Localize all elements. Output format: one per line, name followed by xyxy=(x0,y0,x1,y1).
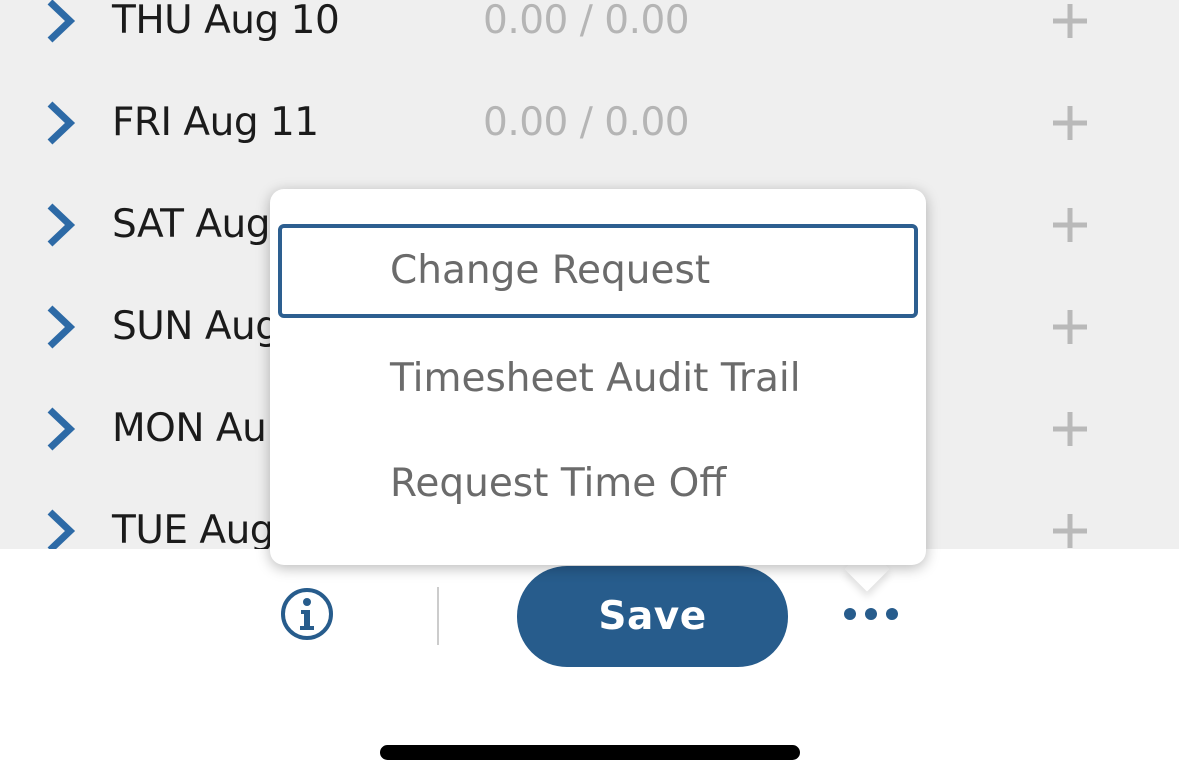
day-label: TUE Aug xyxy=(112,508,275,549)
menu-item-request-time-off[interactable]: Request Time Off xyxy=(278,437,918,531)
day-hours: 0.00 / 0.00 xyxy=(483,0,690,43)
menu-item-timesheet-audit-trail[interactable]: Timesheet Audit Trail xyxy=(278,332,918,426)
day-label: SAT Aug xyxy=(112,202,271,247)
day-label: THU Aug 10 xyxy=(112,0,340,43)
toolbar-divider xyxy=(437,587,439,645)
add-entry-icon[interactable] xyxy=(1051,206,1089,244)
chevron-right-icon[interactable] xyxy=(42,202,82,248)
more-options-button[interactable] xyxy=(838,596,904,632)
actions-popover-menu: Change Request Timesheet Audit Trail Req… xyxy=(270,189,926,565)
info-icon[interactable] xyxy=(279,586,335,642)
add-entry-icon[interactable] xyxy=(1051,512,1089,549)
more-dot xyxy=(865,608,877,620)
home-indicator xyxy=(380,745,800,760)
chevron-right-icon[interactable] xyxy=(42,508,82,549)
more-dot xyxy=(844,608,856,620)
chevron-right-icon[interactable] xyxy=(42,0,82,44)
day-label: FRI Aug 11 xyxy=(112,100,319,145)
add-entry-icon[interactable] xyxy=(1051,308,1089,346)
chevron-right-icon[interactable] xyxy=(42,100,82,146)
chevron-right-icon[interactable] xyxy=(42,304,82,350)
day-label: MON Au xyxy=(112,406,267,451)
add-entry-icon[interactable] xyxy=(1051,104,1089,142)
day-label: SUN Aug xyxy=(112,304,280,349)
day-hours: 0.00 / 0.00 xyxy=(483,100,690,145)
save-button[interactable]: Save xyxy=(517,566,788,667)
chevron-right-icon[interactable] xyxy=(42,406,82,452)
add-entry-icon[interactable] xyxy=(1051,410,1089,448)
menu-item-change-request[interactable]: Change Request xyxy=(278,224,918,318)
add-entry-icon[interactable] xyxy=(1051,2,1089,40)
more-dot xyxy=(886,608,898,620)
